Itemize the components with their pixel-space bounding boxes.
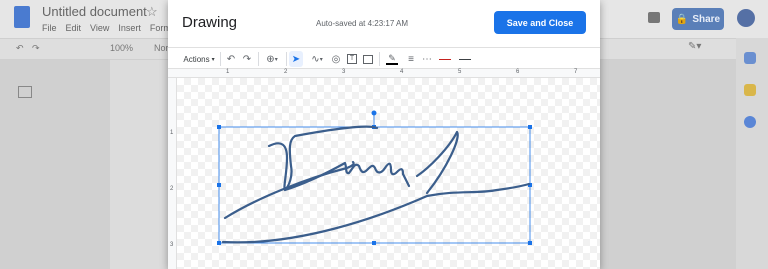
toolbar-divider: [286, 52, 287, 66]
line-start-icon[interactable]: [436, 51, 454, 67]
ruler-mark: 7: [574, 69, 578, 75]
zoom-icon[interactable]: ⊕ ▾: [262, 51, 282, 67]
ruler-mark: 1: [226, 69, 230, 75]
save-and-close-button[interactable]: Save and Close: [494, 11, 586, 34]
shape-icon[interactable]: ◎: [329, 51, 343, 67]
vertical-ruler: 1 2 3: [168, 78, 177, 269]
docs-logo-icon: [14, 6, 30, 28]
toolbar-divider: [220, 52, 221, 66]
vruler-mark: 2: [170, 186, 174, 192]
horizontal-ruler: 1 2 3 4 5 6 7: [168, 69, 600, 78]
lock-icon: 🔒: [675, 13, 689, 25]
drawing-toolbar: Actions ▾ ↶ ↷ ⊕ ▾ ➤ ∿ ▾ ◎ T ✎ ≡ ⋯: [168, 47, 600, 69]
menu-insert[interactable]: Insert: [118, 23, 141, 33]
ruler-mark: 2: [284, 69, 288, 75]
toolbar-divider: [379, 52, 380, 66]
drawing-canvas[interactable]: [177, 78, 600, 269]
comment-icon[interactable]: [648, 12, 660, 23]
vruler-mark: 1: [170, 130, 174, 136]
ruler-mark: 4: [400, 69, 404, 75]
line-tool-icon[interactable]: ∿ ▾: [306, 51, 328, 67]
calendar-icon[interactable]: [744, 52, 756, 64]
undo-icon[interactable]: ↶: [16, 43, 24, 54]
line-end-icon[interactable]: [456, 51, 474, 67]
select-pointer-icon[interactable]: ➤: [289, 51, 303, 67]
menu-view[interactable]: View: [90, 23, 109, 33]
tasks-icon[interactable]: [744, 116, 756, 128]
ruler-mark: 3: [342, 69, 346, 75]
star-icon[interactable]: ☆: [146, 4, 158, 20]
image-icon[interactable]: [361, 51, 375, 67]
chevron-down-icon: ▾: [211, 56, 215, 63]
share-label: Share: [692, 13, 721, 25]
keep-icon[interactable]: [744, 84, 756, 96]
ruler-mark: 6: [516, 69, 520, 75]
undo-icon[interactable]: ↶: [224, 51, 238, 67]
signature-strokes: [221, 125, 531, 244]
avatar[interactable]: [737, 9, 755, 27]
signature-drawing[interactable]: [177, 78, 600, 269]
redo-icon[interactable]: ↷: [32, 43, 40, 54]
side-panel-rail: [736, 38, 768, 269]
actions-menu[interactable]: Actions ▾: [182, 51, 216, 67]
line-dash-icon[interactable]: ⋯: [420, 51, 434, 67]
vruler-mark: 3: [170, 242, 174, 248]
document-title[interactable]: Untitled document: [42, 4, 147, 19]
drawing-dialog: Drawing Auto-saved at 4:23:17 AM Save an…: [168, 0, 600, 269]
line-weight-icon[interactable]: ≡: [404, 51, 418, 67]
zoom-select[interactable]: 100%: [110, 43, 133, 53]
toolbar-divider: [258, 52, 259, 66]
menu-edit[interactable]: Edit: [66, 23, 82, 33]
editing-mode-icon[interactable]: ✎▾: [688, 41, 701, 52]
line-color-icon[interactable]: ✎: [384, 51, 400, 67]
document-outline-icon[interactable]: [18, 86, 32, 98]
rotate-handle[interactable]: [371, 110, 377, 116]
selection-box: [218, 126, 531, 244]
text-box-icon[interactable]: T: [345, 51, 359, 67]
menu-file[interactable]: File: [42, 23, 57, 33]
redo-icon[interactable]: ↷: [240, 51, 254, 67]
autosave-status: Auto-saved at 4:23:17 AM: [316, 19, 409, 28]
actions-label: Actions: [183, 54, 210, 64]
share-button[interactable]: 🔒 Share: [672, 8, 724, 30]
ruler-mark: 5: [458, 69, 462, 75]
dialog-title: Drawing: [182, 14, 238, 31]
resize-handles[interactable]: [217, 125, 532, 245]
docs-menu-bar: File Edit View Insert Format: [42, 23, 178, 33]
